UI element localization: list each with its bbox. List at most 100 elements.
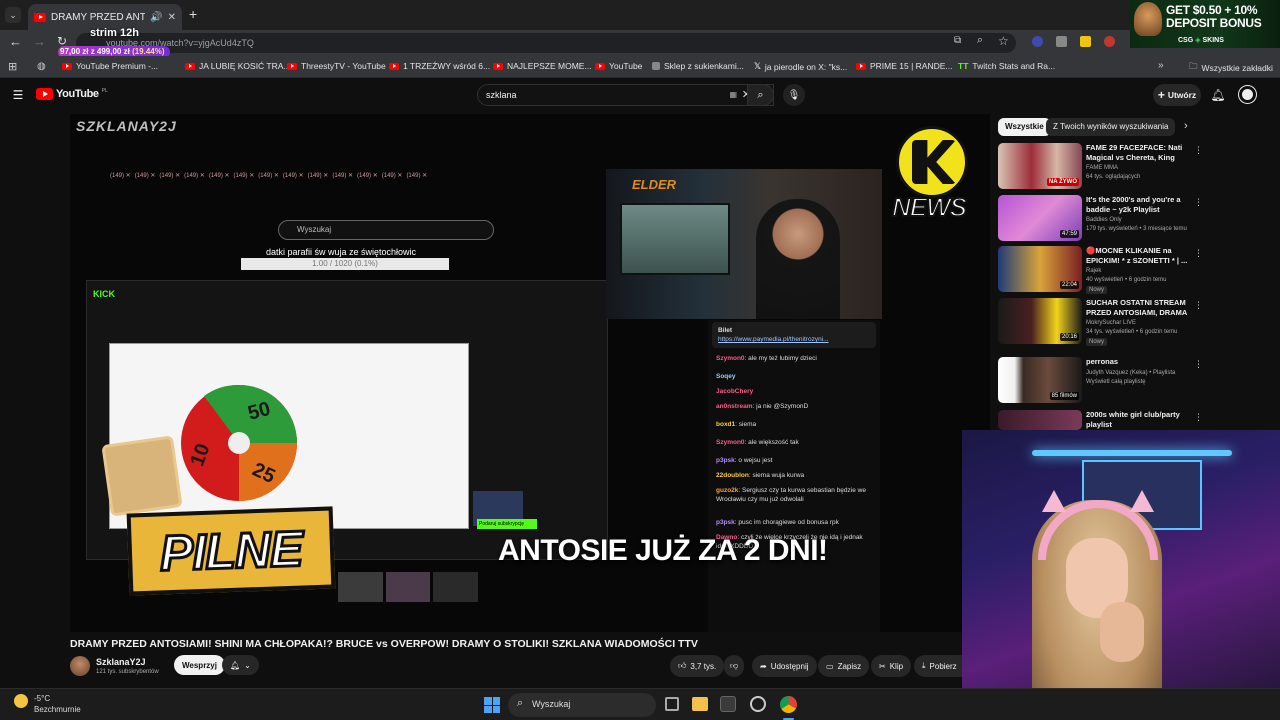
download-button[interactable]: ⤓ Pobierz: [914, 655, 962, 677]
bookmark-item[interactable]: Sklep z sukienkami...: [652, 61, 744, 71]
chat-message: Soqey: [716, 373, 736, 380]
youtube-logo[interactable]: YouTube PL: [36, 88, 108, 100]
globe-icon[interactable]: ◍: [37, 61, 46, 72]
search-input[interactable]: szklana ▦ ✕: [477, 84, 774, 106]
forward-icon[interactable]: →: [33, 34, 46, 49]
hamburger-menu-icon[interactable]: ☰: [8, 85, 28, 105]
ad-brand: CSG ◈ SKINS: [1178, 37, 1224, 44]
extension-icon-3[interactable]: [1080, 36, 1091, 47]
save-button[interactable]: ▭ Zapisz: [818, 655, 870, 677]
youtube-play-icon: [36, 88, 53, 100]
bookmarks-bar: ⊞ ◍ YouTube Premium -... JA LUBIĘ KOSIĆ …: [0, 56, 1280, 78]
thumbnail: 47:59: [998, 195, 1082, 241]
thumbnail: 20:16: [998, 298, 1082, 344]
bookmark-item[interactable]: ThreestyTV - YouTube: [287, 61, 386, 71]
more-actions-icon[interactable]: ⋮: [1194, 300, 1203, 311]
bookmark-star-icon[interactable]: ☆: [998, 34, 1009, 48]
tab-search-button[interactable]: ⌄: [5, 7, 21, 23]
chat-message: p3psk: o wejsu jest: [716, 457, 773, 464]
task-view-icon[interactable]: [665, 697, 679, 711]
close-tab-icon[interactable]: ✕: [168, 12, 176, 23]
back-icon[interactable]: ←: [9, 34, 22, 49]
video-title: SUCHAR OSTATNI STREAM PRZED ANTOSIAMI, D…: [1086, 298, 1187, 317]
bookmark-item[interactable]: YouTube Premium -...: [62, 61, 158, 71]
playlist-link[interactable]: Wyświetl całą playlistę: [1086, 379, 1146, 385]
bookmark-item[interactable]: 𝕏ja pierodle on X: "ks...: [754, 61, 847, 72]
extension-icon-2[interactable]: [1056, 36, 1067, 47]
video-title: 🔴MOCNE KLIKANIE na EPICKIM! * z SZONETTI…: [1086, 246, 1188, 265]
pilne-text: PILNE: [157, 519, 304, 583]
recommendation-item[interactable]: 20:16 SUCHAR OSTATNI STREAM PRZED ANTOSI…: [998, 298, 1203, 346]
new-tab-button[interactable]: +: [189, 6, 197, 22]
more-bookmarks-icon[interactable]: »: [1158, 60, 1164, 71]
bookmark-item[interactable]: NAJLEPSZE MOME...: [493, 61, 592, 71]
share-button[interactable]: ➦ Udostępnij: [752, 655, 817, 677]
bookmark-item[interactable]: PRIME 15 | RANDE...: [856, 61, 953, 71]
tt-icon: TT: [958, 61, 969, 71]
more-actions-icon[interactable]: ⋮: [1194, 359, 1203, 370]
recommendation-item[interactable]: 22:04 🔴MOCNE KLIKANIE na EPICKIM! * z SZ…: [998, 246, 1203, 294]
create-button[interactable]: + Utwórz: [1153, 84, 1201, 106]
ad-brand-icon: ◈: [1195, 37, 1201, 44]
notification-bell-button[interactable]: 🔔︎ ⌄: [222, 655, 259, 675]
search-query: szklana: [486, 90, 517, 100]
bookmark-item[interactable]: TT Twitch Stats and Ra...: [958, 61, 1055, 71]
like-button[interactable]: 👍︎ 3,7 tys.: [670, 655, 725, 677]
app-icon[interactable]: [750, 696, 766, 712]
chat-message: 22doublon: siema wuja kurwa: [716, 472, 805, 479]
more-actions-icon[interactable]: ⋮: [1194, 197, 1203, 208]
inner-tabs-strip: (149) ✕ (149) ✕ (149) ✕ (149) ✕ (149) ✕ (149)…: [110, 173, 428, 179]
extension-icon-4[interactable]: [1104, 36, 1115, 47]
support-button[interactable]: Wesprzyj: [174, 655, 225, 675]
video-player[interactable]: (149) ✕ (149) ✕ (149) ✕ (149) ✕ (149) ✕ (149)…: [70, 114, 990, 632]
aquarium: [620, 203, 730, 275]
recommendation-item[interactable]: 47:59 It's the 2000's and you're a baddi…: [998, 195, 1203, 241]
channel-avatar[interactable]: [70, 656, 90, 676]
watermark-logo: SZKLANAY2J: [76, 118, 177, 134]
recommendation-item[interactable]: 85 filmów perronas Judyth Vazquez (Keka)…: [998, 357, 1203, 403]
keyboard-icon[interactable]: ▦: [729, 90, 737, 99]
apps-grid-icon[interactable]: ⊞: [8, 60, 17, 73]
inner-donation-bar: 1.00 / 1020 (0.1%): [241, 258, 449, 270]
thumbnail: 85 filmów: [998, 357, 1082, 403]
x-icon: 𝕏: [754, 61, 761, 71]
bookmark-item[interactable]: JA LUBIĘ KOSIĆ TRA...: [185, 61, 290, 71]
file-explorer-icon[interactable]: [692, 697, 708, 711]
chip-from-search[interactable]: Z Twoich wyników wyszukiwania: [1046, 118, 1176, 136]
avatar[interactable]: [1239, 86, 1256, 103]
weather-icon[interactable]: [14, 694, 28, 708]
pilne-badge: PILNE: [126, 506, 336, 596]
bell-icon: 🔔︎: [230, 660, 241, 670]
store-icon[interactable]: [720, 696, 736, 712]
chip-all[interactable]: Wszystkie: [998, 118, 1051, 136]
thumbs-up-icon: 👍︎: [678, 661, 687, 670]
recommendation-item[interactable]: NA ŻYWO FAME 29 FACE2FACE: Nati Magical …: [998, 143, 1203, 189]
more-actions-icon[interactable]: ⋮: [1194, 145, 1203, 156]
voice-search-button[interactable]: 🎙: [783, 84, 805, 106]
speaker-icon[interactable]: 🔊: [150, 12, 162, 23]
zoom-icon[interactable]: ⌕: [977, 34, 983, 47]
notifications-bell-icon[interactable]: 🔔︎: [1208, 85, 1228, 105]
more-actions-icon[interactable]: ⋮: [1194, 412, 1203, 423]
all-bookmarks-folder[interactable]: 🗀 Wszystkie zakładki: [1189, 61, 1273, 75]
chips-next-icon[interactable]: ›: [1184, 120, 1188, 132]
bookmark-item[interactable]: YouTube: [595, 61, 642, 71]
channel-name[interactable]: SzklanaY2J: [96, 657, 146, 667]
ad-banner[interactable]: GET $0.50 + 10% DEPOSIT BONUS CSG ◈ SKIN…: [1130, 0, 1280, 48]
dislike-button[interactable]: 👎︎: [724, 655, 745, 677]
more-actions-icon[interactable]: ⋮: [1194, 248, 1203, 259]
stream-chat: Bilet https://www.paymedia.pl/thenitrozy…: [708, 320, 880, 632]
clip-button[interactable]: ✂ Klip: [871, 655, 912, 677]
install-icon[interactable]: ⧉: [954, 35, 961, 46]
taskbar-search[interactable]: ⌕ Wyszukaj: [508, 693, 656, 717]
url-field[interactable]: youtube.com/watch?v=yjgAcUd4zTQ: [76, 33, 1016, 53]
bookmark-item[interactable]: 1 TRZEŹWY wśród 6...: [389, 61, 490, 71]
recommendation-item[interactable]: 2000s white girl club/party playlist ⋮: [998, 410, 1203, 430]
chrome-icon[interactable]: [780, 696, 797, 713]
extension-icon[interactable]: [1032, 36, 1043, 47]
chat-message: guzo2k: Sergiusz czy ta kurwa sebastian …: [716, 487, 866, 503]
inner-subscribe-button: Podaruj subskrypcję: [477, 519, 537, 529]
search-button[interactable]: ⌕: [747, 84, 774, 106]
start-button[interactable]: [484, 697, 500, 713]
share-icon: ➦: [760, 661, 767, 671]
